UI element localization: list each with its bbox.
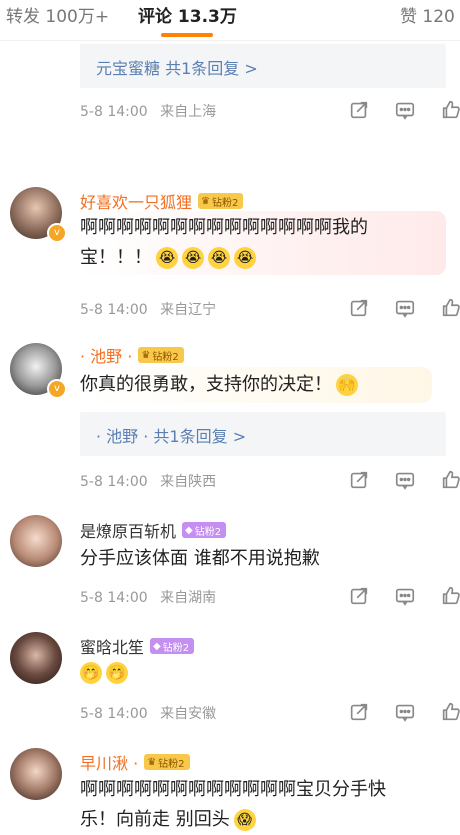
fan-badge: ◆ 钻粉2	[182, 522, 227, 538]
comment-actions	[347, 296, 460, 320]
reply-summary[interactable]: 元宝蜜糖 共1条回复 >	[80, 44, 446, 88]
comment-author[interactable]: · 池野 ·	[80, 343, 132, 367]
crying-emoji-icon: 😭	[208, 247, 230, 269]
share-icon[interactable]	[347, 584, 371, 608]
comment-text: 分手应该体面 谁都不用说抱歉	[80, 548, 320, 569]
diamond-icon: ◆	[153, 640, 161, 652]
comment-text: 啊啊啊啊啊啊啊啊啊啊啊啊啊啊我的 宝！！！ 😭 😭 😭 😭	[80, 217, 368, 269]
crying-emoji-icon: 😭	[234, 247, 256, 269]
hands-emoji-icon: 🙌	[336, 374, 358, 396]
comment-meta: 5-8 14:00 来自湖南	[80, 587, 216, 607]
tab-bar: 转发 100万+ 评论 13.3万 赞 120	[0, 0, 460, 41]
comment-author[interactable]: 是燎原百斩机	[80, 518, 176, 542]
verified-badge-icon: v	[47, 379, 67, 399]
lion-badge-icon: ♛	[141, 349, 151, 361]
comment-location: 来自上海	[160, 104, 217, 120]
like-icon[interactable]	[439, 468, 460, 492]
shh-emoji-icon: 🤭	[106, 662, 128, 684]
comment-author-row: 蜜晗北笙 ◆ 钻粉2	[80, 634, 195, 658]
comment-author-row: 早川湫 · ♛ 钻粉2	[80, 750, 190, 774]
fan-badge: ♛ 钻粉2	[144, 754, 190, 770]
comment-icon[interactable]	[393, 296, 417, 320]
like-icon[interactable]	[439, 700, 460, 724]
comment-author-row: · 池野 · ♛ 钻粉2	[80, 343, 184, 367]
fan-badge: ♛ 钻粉2	[138, 347, 184, 363]
fan-badge: ◆ 钻粉2	[150, 638, 195, 654]
avatar[interactable]	[10, 515, 62, 567]
comment-actions	[347, 700, 460, 724]
comment-date: 5-8 14:00	[80, 302, 148, 318]
comment-icon[interactable]	[393, 468, 417, 492]
like-icon[interactable]	[439, 98, 460, 122]
avatar[interactable]	[10, 632, 62, 684]
diamond-icon: ◆	[185, 524, 193, 536]
lion-badge-icon: ♛	[147, 756, 157, 768]
comment-author[interactable]: 好喜欢一只狐狸	[80, 189, 192, 213]
crying-emoji-icon: 😭	[182, 247, 204, 269]
share-icon[interactable]	[347, 98, 371, 122]
reply-summary-link[interactable]: · 池野 · 共1条回复 >	[96, 423, 246, 447]
comment-author-row: 好喜欢一只狐狸 ♛ 钻粉2	[80, 189, 244, 213]
share-icon[interactable]	[347, 468, 371, 492]
comment-date: 5-8 14:00	[80, 104, 148, 120]
comment-icon[interactable]	[393, 98, 417, 122]
share-icon[interactable]	[347, 700, 371, 724]
scream-emoji-icon: 😱	[233, 809, 256, 831]
share-icon[interactable]	[347, 296, 371, 320]
reply-summary[interactable]: · 池野 · 共1条回复 >	[80, 412, 446, 456]
comment-text: 🤭 🤭	[80, 658, 128, 688]
active-tab-indicator	[161, 33, 213, 37]
comment-location: 来自安徽	[160, 706, 217, 722]
comment-meta: 5-8 14:00 来自辽宁	[80, 299, 216, 319]
fan-badge: ♛ 钻粉2	[198, 193, 244, 209]
lion-badge-icon: ♛	[201, 195, 210, 207]
like-icon[interactable]	[439, 296, 460, 320]
comment-author[interactable]: 早川湫 ·	[80, 750, 138, 774]
comment-actions	[347, 584, 460, 608]
shh-emoji-icon: 🤭	[80, 662, 102, 684]
comment-text: 你真的很勇敢，支持你的决定！ 🙌	[80, 370, 358, 400]
comment-date: 5-8 14:00	[80, 474, 148, 490]
comment-icon[interactable]	[393, 700, 417, 724]
reply-summary-link[interactable]: 元宝蜜糖 共1条回复 >	[96, 55, 258, 79]
comment-actions	[347, 98, 460, 122]
comment-author[interactable]: 蜜晗北笙	[80, 634, 144, 658]
comment-meta: 5-8 14:00 来自陕西	[80, 471, 216, 491]
comment-date: 5-8 14:00	[80, 590, 148, 606]
comment-icon[interactable]	[393, 584, 417, 608]
comment-meta: 5-8 14:00 来自上海	[80, 101, 216, 121]
verified-badge-icon: v	[47, 223, 67, 243]
like-icon[interactable]	[439, 584, 460, 608]
avatar[interactable]	[10, 748, 62, 800]
comment-text: 啊啊啊啊啊啊啊啊啊啊啊啊宝贝分手快 乐！向前走 别回头 😱	[80, 779, 386, 831]
comment-author-row: 是燎原百斩机 ◆ 钻粉2	[80, 518, 227, 542]
tab-likes[interactable]: 赞 120	[400, 2, 455, 27]
crying-emoji-icon: 😭	[156, 247, 178, 269]
comment-location: 来自湖南	[160, 590, 217, 606]
comment-actions	[347, 468, 460, 492]
tab-repost[interactable]: 转发 100万+	[6, 2, 109, 27]
comment-location: 来自陕西	[160, 474, 217, 490]
tab-comments[interactable]: 评论 13.3万	[138, 2, 237, 27]
comment-meta: 5-8 14:00 来自安徽	[80, 703, 216, 723]
comment-location: 来自辽宁	[160, 302, 217, 318]
comment-date: 5-8 14:00	[80, 706, 148, 722]
